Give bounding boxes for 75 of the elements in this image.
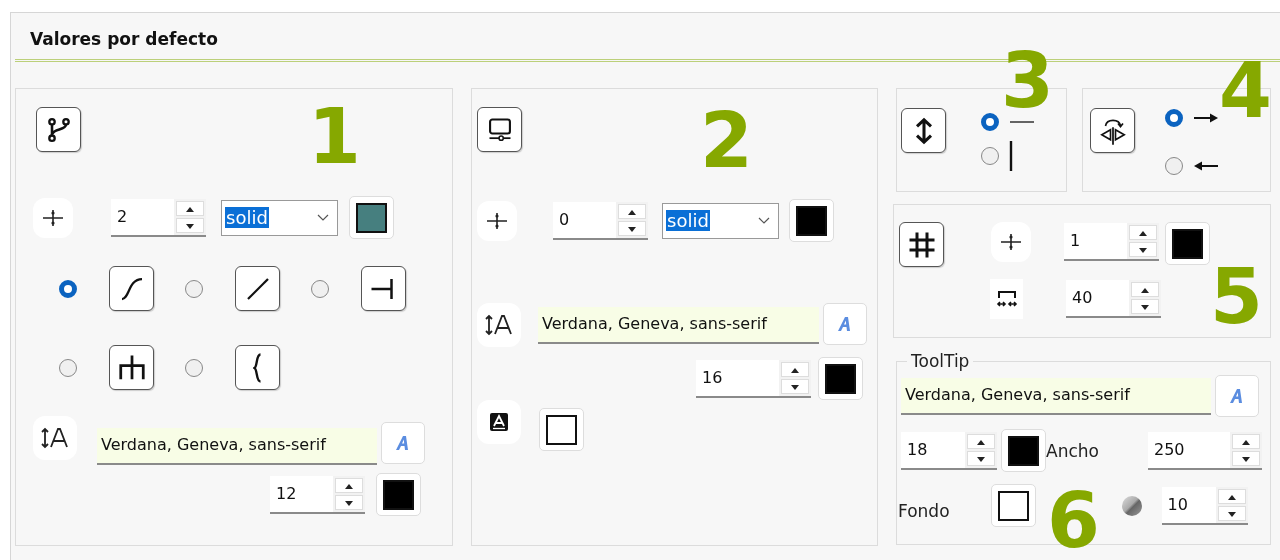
- decrement-button[interactable]: [1129, 242, 1157, 257]
- font-family-field[interactable]: Verdana, Geneva, sans-serif: [901, 378, 1211, 415]
- background-label: Fondo: [898, 500, 950, 521]
- font-size-icon: [33, 416, 77, 460]
- connector-style-button[interactable]: [235, 266, 280, 311]
- radio-button[interactable]: [1165, 157, 1183, 175]
- increment-button[interactable]: [335, 477, 363, 493]
- flip-button[interactable]: [1090, 108, 1135, 153]
- font-button[interactable]: [1215, 375, 1259, 417]
- decrement-button[interactable]: [1131, 299, 1159, 314]
- decrement-button[interactable]: [176, 217, 204, 233]
- line-width-icon: [33, 197, 73, 238]
- vertical-line-icon: [1009, 141, 1013, 171]
- color-picker-button[interactable]: [1165, 222, 1210, 265]
- radio-button[interactable]: [311, 279, 329, 298]
- color-picker-button[interactable]: [349, 196, 394, 239]
- color-picker-button[interactable]: [1001, 429, 1046, 472]
- connector-button[interactable]: [36, 107, 81, 152]
- connector-style-button[interactable]: [109, 345, 154, 390]
- decrement-button[interactable]: [618, 220, 646, 236]
- font-size-icon: [477, 303, 521, 347]
- rounded-corner-icon: [1121, 495, 1142, 516]
- brace-icon: [253, 352, 262, 383]
- radio-button[interactable]: [185, 358, 203, 377]
- decrement-button[interactable]: [335, 494, 363, 510]
- decrement-button[interactable]: [1217, 505, 1246, 521]
- line-style-select[interactable]: solid: [662, 202, 779, 239]
- right-arrow-icon: [1193, 112, 1219, 124]
- increment-button[interactable]: [1217, 488, 1246, 504]
- left-arrow-icon: [1193, 160, 1219, 172]
- chevron-down-icon: [317, 213, 329, 222]
- radio-button[interactable]: [185, 279, 203, 298]
- increment-button[interactable]: [1131, 282, 1159, 297]
- radio-button[interactable]: [59, 358, 77, 377]
- line-style-select[interactable]: solid: [221, 199, 338, 236]
- decrement-button[interactable]: [781, 378, 809, 394]
- font-button[interactable]: [381, 422, 425, 464]
- increment-button[interactable]: [176, 200, 204, 216]
- increment-button[interactable]: [967, 433, 995, 449]
- connector-style-button[interactable]: [109, 266, 154, 311]
- increment-button[interactable]: [781, 361, 809, 377]
- increment-button[interactable]: [1232, 433, 1260, 449]
- text-background-icon: [477, 400, 521, 444]
- callout-number: 5: [1210, 269, 1263, 326]
- color-picker-button[interactable]: [990, 484, 1036, 527]
- group-legend: ToolTip: [907, 351, 974, 371]
- line-width-icon: [477, 200, 517, 241]
- font-family-field[interactable]: Verdana, Geneva, sans-serif: [538, 307, 819, 344]
- color-picker-button[interactable]: [789, 199, 834, 242]
- radio-button[interactable]: [981, 113, 999, 131]
- horizontal-line-icon: [1009, 120, 1035, 124]
- color-picker-button[interactable]: [539, 408, 584, 451]
- callout-number: 4: [1219, 63, 1272, 120]
- color-picker-button[interactable]: [818, 357, 863, 400]
- spacing-icon: [990, 279, 1023, 319]
- decrement-button[interactable]: [1232, 450, 1260, 466]
- connector-style-button[interactable]: [235, 345, 280, 390]
- orientation-button[interactable]: [901, 108, 946, 153]
- connector-style-button[interactable]: [361, 266, 406, 311]
- chevron-down-icon: [758, 216, 770, 225]
- increment-button[interactable]: [618, 203, 646, 219]
- font-button[interactable]: [823, 303, 867, 345]
- increment-button[interactable]: [1129, 225, 1157, 240]
- node-button[interactable]: [477, 107, 522, 152]
- radio-button[interactable]: [1165, 109, 1183, 127]
- width-label: Ancho: [1046, 440, 1099, 461]
- grid-button[interactable]: [899, 222, 944, 267]
- color-picker-button[interactable]: [376, 473, 421, 516]
- callout-number: 1: [308, 109, 361, 166]
- radio-button[interactable]: [59, 279, 77, 298]
- radio-button[interactable]: [981, 147, 999, 165]
- font-family-field[interactable]: Verdana, Geneva, sans-serif: [97, 428, 377, 465]
- decrement-button[interactable]: [967, 450, 995, 466]
- line-width-icon: [991, 222, 1031, 262]
- section-title: Valores por defecto: [29, 29, 218, 51]
